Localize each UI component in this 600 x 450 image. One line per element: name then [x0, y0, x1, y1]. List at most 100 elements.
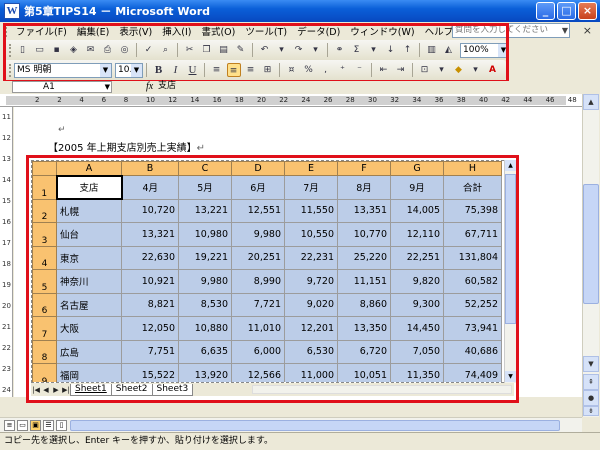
sheet-horizontal-scrollbar[interactable] — [252, 385, 512, 394]
value-cell[interactable]: 8,860 — [337, 292, 391, 317]
value-cell[interactable]: 60,582 — [443, 269, 502, 294]
value-cell[interactable]: 40,686 — [443, 339, 502, 364]
value-cell[interactable]: 52,252 — [443, 292, 502, 317]
outline-view-icon[interactable]: ☰ — [43, 420, 54, 431]
row-header[interactable]: 2 — [32, 198, 57, 223]
sheet-tab-3[interactable]: Sheet3 — [151, 383, 194, 396]
select-browse-object-icon[interactable]: ● — [583, 390, 599, 406]
row-header[interactable]: 4 — [32, 245, 57, 270]
table-header-cell[interactable]: 5月 — [178, 175, 232, 200]
chevron-down-icon[interactable]: ▼ — [562, 24, 568, 37]
value-cell[interactable]: 9,980 — [178, 269, 232, 294]
value-cell[interactable]: 9,980 — [231, 222, 285, 247]
value-cell[interactable]: 10,980 — [178, 222, 232, 247]
value-cell[interactable]: 73,941 — [443, 316, 502, 341]
sheet-tab-2[interactable]: Sheet2 — [110, 383, 153, 396]
value-cell[interactable]: 13,920 — [178, 363, 232, 382]
value-cell[interactable]: 13,321 — [121, 222, 179, 247]
row-header[interactable]: 3 — [32, 222, 57, 247]
horizontal-ruler[interactable]: 2 2 4 6 8 10 12 14 16 18 20 22 24 26 28 30 32 34 36 38 40 42 4… — [0, 94, 582, 107]
sheet-tab-1[interactable]: Sheet1 — [70, 383, 112, 396]
branch-cell[interactable]: 広島 — [56, 339, 122, 364]
table-header-cell[interactable]: 9月 — [390, 175, 444, 200]
value-cell[interactable]: 10,880 — [178, 316, 232, 341]
column-header[interactable]: F — [337, 161, 391, 176]
value-cell[interactable]: 75,398 — [443, 198, 502, 223]
word-app-icon[interactable]: W — [4, 3, 20, 19]
value-cell[interactable]: 9,820 — [390, 269, 444, 294]
value-cell[interactable]: 13,221 — [178, 198, 232, 223]
scroll-up-icon[interactable]: ▲ — [505, 160, 516, 171]
value-cell[interactable]: 74,409 — [443, 363, 502, 382]
prev-sheet-icon[interactable]: ◀ — [41, 386, 51, 394]
value-cell[interactable]: 67,711 — [443, 222, 502, 247]
value-cell[interactable]: 6,530 — [284, 339, 338, 364]
next-page-icon[interactable]: ⇟ — [583, 406, 599, 416]
sheet-vertical-scrollbar[interactable]: ▲ ▼ — [504, 160, 516, 383]
branch-cell[interactable]: 札幌 — [56, 198, 122, 223]
value-cell[interactable]: 9,300 — [390, 292, 444, 317]
branch-cell[interactable]: 神奈川 — [56, 269, 122, 294]
value-cell[interactable]: 22,231 — [284, 245, 338, 270]
print-layout-icon[interactable]: ▣ — [30, 420, 41, 431]
branch-cell[interactable]: 福岡 — [56, 363, 122, 382]
value-cell[interactable]: 15,522 — [121, 363, 179, 382]
value-cell[interactable]: 13,350 — [337, 316, 391, 341]
table-header-cell[interactable]: 7月 — [284, 175, 338, 200]
vertical-scrollbar[interactable]: ▲ ▼ ⇞ ● ⇟ — [582, 94, 599, 417]
close-button[interactable]: × — [578, 2, 597, 20]
branch-cell[interactable]: 仙台 — [56, 222, 122, 247]
formula-value[interactable]: 支店 — [158, 81, 176, 92]
column-header[interactable]: E — [284, 161, 338, 176]
value-cell[interactable]: 22,630 — [121, 245, 179, 270]
value-cell[interactable]: 10,051 — [337, 363, 391, 382]
value-cell[interactable]: 20,251 — [231, 245, 285, 270]
value-cell[interactable]: 11,550 — [284, 198, 338, 223]
value-cell[interactable]: 7,050 — [390, 339, 444, 364]
column-header[interactable]: H — [443, 161, 502, 176]
column-header[interactable]: A — [56, 161, 122, 176]
value-cell[interactable]: 6,720 — [337, 339, 391, 364]
chevron-down-icon[interactable]: ▼ — [105, 82, 110, 92]
reading-layout-icon[interactable]: ▯ — [56, 420, 67, 431]
embedded-spreadsheet[interactable]: A B C D E F G H 1 支店 4月 5月 6月 7月 8月 9月 合計 2 札幌 10,720 13,221… — [26, 155, 519, 403]
document-heading[interactable]: 【2005 年上期支店別売上実績】↵ — [48, 139, 205, 154]
value-cell[interactable]: 14,450 — [390, 316, 444, 341]
normal-view-icon[interactable]: ≡ — [4, 420, 15, 431]
value-cell[interactable]: 11,151 — [337, 269, 391, 294]
row-header[interactable]: 6 — [32, 292, 57, 317]
value-cell[interactable]: 9,020 — [284, 292, 338, 317]
scroll-thumb[interactable] — [70, 420, 560, 431]
value-cell[interactable]: 25,220 — [337, 245, 391, 270]
active-cell[interactable]: 支店 — [55, 174, 123, 200]
value-cell[interactable]: 10,550 — [284, 222, 338, 247]
value-cell[interactable]: 9,720 — [284, 269, 338, 294]
name-box[interactable]: A1 ▼ — [12, 81, 112, 93]
value-cell[interactable]: 11,000 — [284, 363, 338, 382]
value-cell[interactable]: 8,821 — [121, 292, 179, 317]
value-cell[interactable]: 19,221 — [178, 245, 232, 270]
horizontal-scrollbar[interactable]: ≡ ▭ ▣ ☰ ▯ — [0, 417, 582, 432]
value-cell[interactable]: 12,201 — [284, 316, 338, 341]
row-header[interactable]: 7 — [32, 316, 57, 341]
first-sheet-icon[interactable]: |◀ — [31, 386, 41, 394]
row-header[interactable]: 9 — [32, 363, 57, 382]
value-cell[interactable]: 12,050 — [121, 316, 179, 341]
value-cell[interactable]: 12,110 — [390, 222, 444, 247]
table-header-cell[interactable]: 8月 — [337, 175, 391, 200]
row-header[interactable]: 8 — [32, 339, 57, 364]
value-cell[interactable]: 6,635 — [178, 339, 232, 364]
value-cell[interactable]: 22,251 — [390, 245, 444, 270]
value-cell[interactable]: 12,551 — [231, 198, 285, 223]
scroll-up-icon[interactable]: ▲ — [583, 94, 599, 110]
value-cell[interactable]: 10,921 — [121, 269, 179, 294]
value-cell[interactable]: 14,005 — [390, 198, 444, 223]
select-all-corner[interactable] — [32, 161, 57, 176]
value-cell[interactable]: 8,530 — [178, 292, 232, 317]
scroll-down-icon[interactable]: ▼ — [505, 371, 516, 382]
web-layout-icon[interactable]: ▭ — [17, 420, 28, 431]
table-header-cell[interactable]: 合計 — [443, 175, 502, 200]
next-sheet-icon[interactable]: ▶ — [51, 386, 61, 394]
vertical-ruler[interactable]: 11 12 13 14 15 16 17 18 19 20 21 22 23 24 — [0, 107, 13, 397]
value-cell[interactable]: 7,721 — [231, 292, 285, 317]
